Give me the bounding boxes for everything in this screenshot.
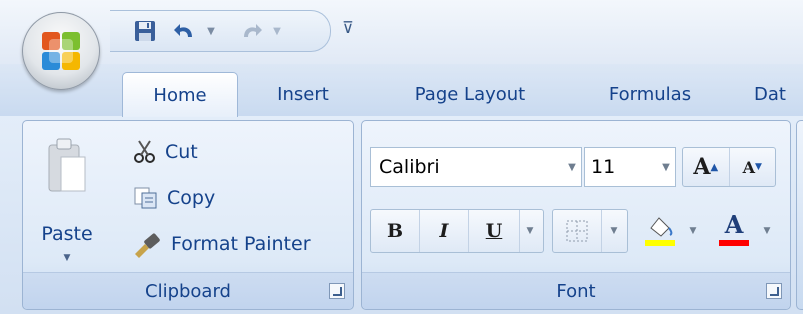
copy-icon: [134, 187, 157, 209]
tab-data[interactable]: Dat: [754, 72, 803, 116]
font-size-value: 11: [591, 156, 616, 178]
copy-button[interactable]: Copy: [133, 183, 215, 213]
borders-button[interactable]: ▼: [552, 209, 628, 253]
tab-page-layout[interactable]: Page Layout: [388, 72, 552, 116]
format-painter-button[interactable]: Format Painter: [133, 229, 311, 259]
chevron-down-icon[interactable]: ▼: [657, 148, 675, 186]
font-group-label: Font: [362, 272, 790, 309]
fill-color-dropdown-icon[interactable]: ▼: [683, 226, 703, 236]
underline-dropdown-icon[interactable]: ▼: [520, 210, 540, 252]
office-button[interactable]: [22, 12, 100, 90]
tab-insert[interactable]: Insert: [255, 72, 351, 116]
format-painter-label: Format Painter: [171, 233, 311, 255]
tab-home[interactable]: Home: [122, 72, 238, 117]
clipboard-group-label: Clipboard: [23, 272, 353, 309]
fill-color-button[interactable]: ▼: [636, 209, 708, 253]
paste-dropdown-icon: ▼: [63, 253, 71, 263]
redo-dropdown-icon: ▼: [273, 25, 281, 37]
paste-button[interactable]: Paste ▼: [39, 131, 95, 281]
paste-label: Paste: [41, 223, 93, 245]
fill-color-swatch: [645, 240, 675, 246]
clipboard-group: Paste ▼ Cut Copy Format Painter Clipboar…: [22, 120, 354, 310]
font-color-icon: A: [711, 210, 757, 252]
office-logo-icon: [42, 32, 80, 70]
chevron-down-icon[interactable]: ▼: [563, 148, 581, 186]
scissors-icon: [134, 140, 155, 163]
font-size-buttons: A ▲ A ▼: [682, 147, 776, 187]
font-name-combo[interactable]: Calibri ▼: [370, 147, 582, 187]
font-color-button[interactable]: A ▼: [710, 209, 782, 253]
quick-access-toolbar: ▼ ▼: [110, 10, 331, 52]
clipboard-launcher-icon[interactable]: [329, 283, 345, 299]
undo-icon[interactable]: [170, 17, 200, 45]
borders-dropdown-icon[interactable]: ▼: [602, 210, 626, 252]
shrink-font-button[interactable]: A ▼: [730, 148, 776, 186]
italic-button[interactable]: I: [420, 210, 469, 252]
borders-icon: [553, 210, 602, 252]
font-size-combo[interactable]: 11 ▼: [584, 147, 676, 187]
grow-font-button[interactable]: A ▲: [683, 148, 730, 186]
font-name-value: Calibri: [379, 156, 440, 178]
redo-icon[interactable]: [236, 17, 266, 45]
format-painter-icon: [135, 233, 160, 258]
undo-dropdown-icon[interactable]: ▼: [202, 17, 220, 45]
font-launcher-icon[interactable]: [766, 283, 782, 299]
paste-icon: [48, 138, 86, 192]
next-group-edge: [796, 120, 803, 310]
bold-button[interactable]: B: [371, 210, 420, 252]
save-icon[interactable]: [130, 17, 160, 45]
font-color-dropdown-icon[interactable]: ▼: [757, 226, 777, 236]
fill-color-icon: [637, 210, 683, 252]
cut-label: Cut: [165, 141, 198, 163]
font-group: Calibri ▼ 11 ▼ A ▲ A ▼ B I U ▼ ▼ ▼ A ▼ F…: [361, 120, 791, 310]
style-buttons: B I U ▼: [370, 209, 544, 253]
underline-button[interactable]: U: [469, 210, 520, 252]
tab-formulas[interactable]: Formulas: [588, 72, 712, 116]
cut-button[interactable]: Cut: [133, 137, 198, 167]
font-color-swatch: [719, 240, 749, 246]
customize-icon[interactable]: ⊽: [340, 18, 356, 42]
copy-label: Copy: [167, 187, 216, 209]
